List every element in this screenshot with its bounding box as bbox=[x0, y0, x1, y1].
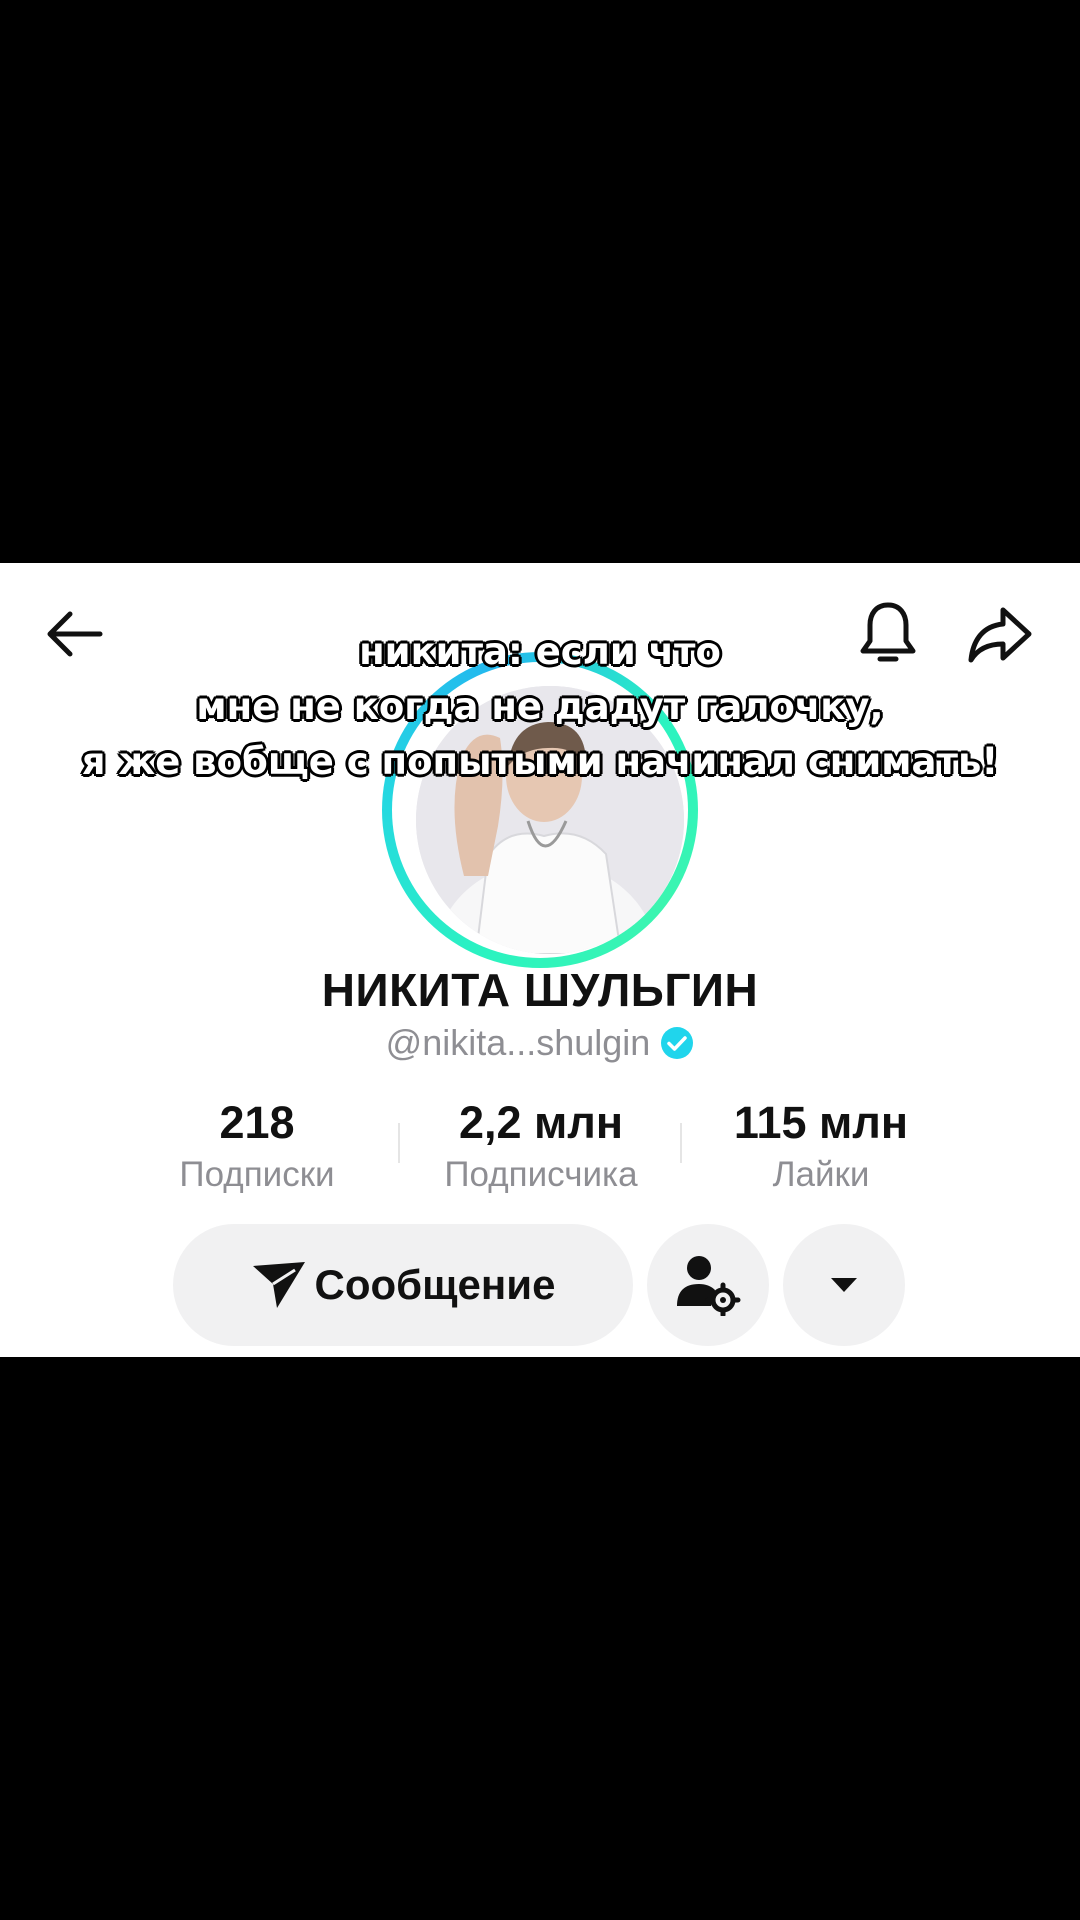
stat-likes-label: Лайки bbox=[772, 1155, 870, 1194]
caption-line-2: мне не когда не дадут галочку, bbox=[196, 685, 884, 728]
stat-following[interactable]: 218 Подписки bbox=[127, 1095, 387, 1197]
message-button[interactable]: Сообщение bbox=[173, 1224, 633, 1346]
friends-settings-button[interactable] bbox=[647, 1224, 769, 1346]
caret-down-icon bbox=[831, 1278, 857, 1292]
handle-row: @nikita...shulgin bbox=[0, 1022, 1080, 1064]
stat-followers[interactable]: 2,2 млн Подписчика bbox=[411, 1095, 671, 1197]
profile-handle: @nikita...shulgin bbox=[385, 1022, 651, 1063]
stat-likes[interactable]: 115 млн Лайки bbox=[691, 1095, 951, 1197]
more-options-button[interactable] bbox=[783, 1224, 905, 1346]
video-caption: никита: если что мне не когда не дадут г… bbox=[0, 624, 1080, 789]
stat-likes-value: 115 млн bbox=[733, 1097, 909, 1148]
message-button-label: Сообщение bbox=[314, 1261, 556, 1308]
caption-line-3: я же вобще с попытыми начинал снимать! bbox=[81, 740, 999, 783]
stat-following-value: 218 bbox=[219, 1097, 295, 1148]
paper-plane-icon bbox=[252, 1262, 305, 1308]
stat-divider bbox=[398, 1123, 400, 1163]
caption-line-1: никита: если что bbox=[359, 630, 721, 673]
stat-divider bbox=[680, 1123, 682, 1163]
profile-stats: 218 Подписки 2,2 млн Подписчика 115 млн … bbox=[0, 1095, 1080, 1195]
verified-badge-icon bbox=[661, 1027, 694, 1059]
stat-followers-label: Подписчика bbox=[444, 1155, 638, 1194]
profile-name: НИКИТА ШУЛЬГИН bbox=[321, 964, 759, 1016]
stat-followers-value: 2,2 млн bbox=[458, 1097, 624, 1148]
user-settings-icon bbox=[677, 1256, 741, 1316]
stat-following-label: Подписки bbox=[179, 1155, 335, 1194]
